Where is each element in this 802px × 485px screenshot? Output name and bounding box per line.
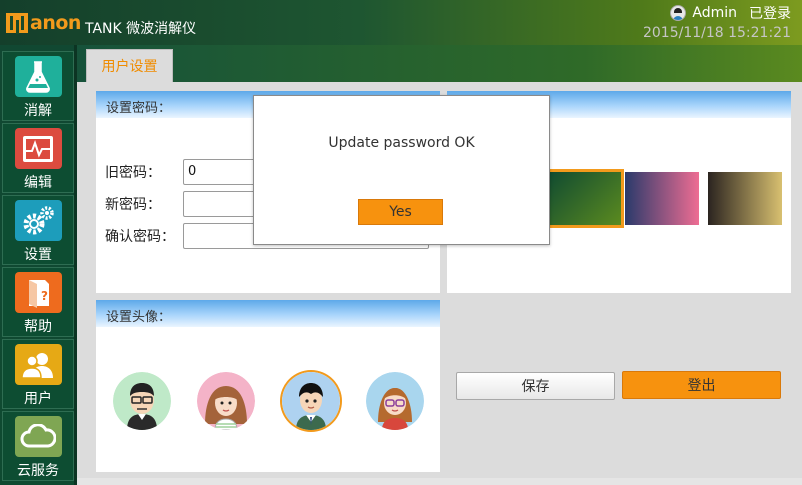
sidebar-item-label: 编辑 xyxy=(24,175,52,191)
save-button[interactable]: 保存 xyxy=(456,372,615,400)
old-password-label: 旧密码： xyxy=(105,165,161,181)
sidebar-item-user[interactable]: 用户 xyxy=(2,339,74,409)
sidebar-item-help[interactable]: ? 帮助 xyxy=(2,267,74,337)
sidebar-item-cloud[interactable]: 云服务 xyxy=(2,411,74,481)
avatar-panel: 设置头像： xyxy=(96,300,440,472)
avatar-boy[interactable] xyxy=(282,372,340,430)
logo-mark-icon xyxy=(6,13,28,33)
sidebar-item-label: 帮助 xyxy=(24,319,52,335)
sidebar-item-edit[interactable]: 编辑 xyxy=(2,123,74,193)
theme-swatch-pink[interactable] xyxy=(625,172,699,225)
sidebar: 消解 编辑 设置 ? 帮助 用户 云服务 xyxy=(0,45,77,485)
user-area: Admin 已登录 2015/11/18 15:21:21 xyxy=(643,4,791,41)
users-icon xyxy=(14,344,62,385)
bottom-strip xyxy=(77,478,802,485)
cloud-icon xyxy=(14,416,62,457)
theme-swatch-sepia[interactable] xyxy=(708,172,782,225)
gear-icon xyxy=(14,200,62,241)
tab-user-settings[interactable]: 用户设置 xyxy=(86,49,173,82)
dialog-message: Update password OK xyxy=(328,135,475,151)
user-avatar-icon[interactable] xyxy=(670,5,687,21)
message-dialog: Update password OK Yes xyxy=(253,95,550,245)
confirm-password-label: 确认密码： xyxy=(105,229,175,245)
user-name[interactable]: Admin xyxy=(692,5,737,21)
app-title: TANK 微波消解仪 xyxy=(85,21,197,37)
tab-bar: 用户设置 xyxy=(77,45,802,82)
sidebar-item-label: 设置 xyxy=(24,247,52,263)
login-status: 已登录 xyxy=(749,6,791,22)
svg-text:?: ? xyxy=(41,289,48,303)
avatar-girl[interactable] xyxy=(197,372,255,430)
avatar-glasses-man[interactable] xyxy=(113,372,171,430)
sidebar-item-label: 消解 xyxy=(24,103,52,119)
flask-icon xyxy=(14,56,62,97)
new-password-label: 新密码： xyxy=(105,197,161,213)
sidebar-item-digestion[interactable]: 消解 xyxy=(2,51,74,121)
datetime: 2015/11/18 15:21:21 xyxy=(642,25,791,41)
dialog-yes-button[interactable]: Yes xyxy=(358,199,443,225)
help-book-icon: ? xyxy=(14,272,62,313)
app-header: anon TANK 微波消解仪 Admin 已登录 2015/11/18 15:… xyxy=(0,0,802,45)
sidebar-item-settings[interactable]: 设置 xyxy=(2,195,74,265)
avatar-panel-title: 设置头像： xyxy=(96,300,440,327)
theme-swatch-green[interactable] xyxy=(547,172,621,225)
sidebar-item-label: 用户 xyxy=(24,391,52,407)
chart-icon xyxy=(14,128,62,169)
avatar-woman-glasses[interactable] xyxy=(366,372,424,430)
logout-button[interactable]: 登出 xyxy=(622,371,781,399)
manon-logo: anon xyxy=(6,12,81,34)
logo-text: anon xyxy=(30,12,81,34)
sidebar-item-label: 云服务 xyxy=(17,463,59,479)
